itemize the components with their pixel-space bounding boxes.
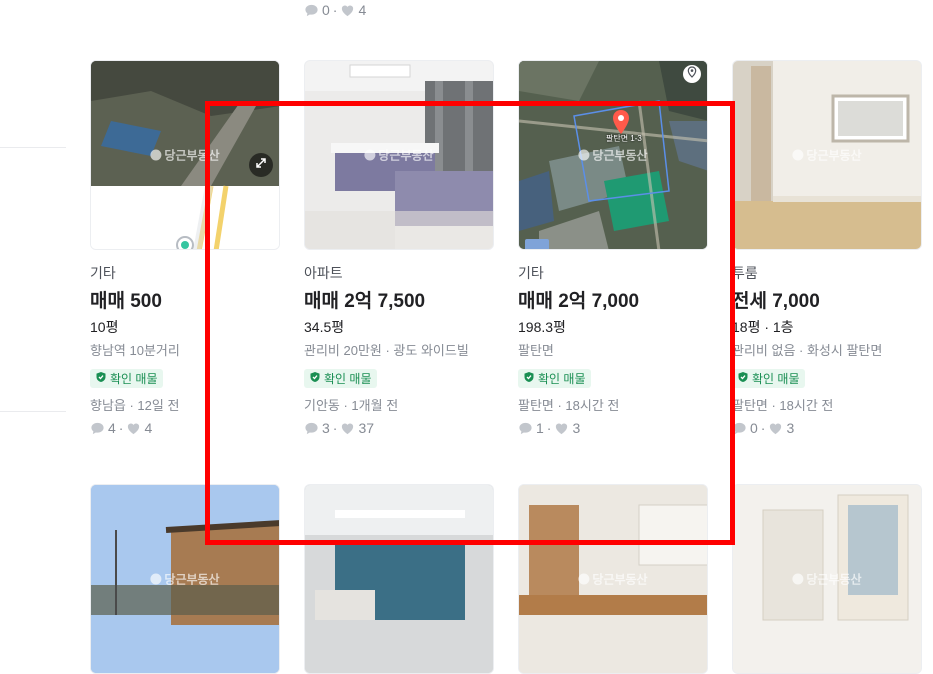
map-location-button[interactable]	[683, 65, 701, 83]
left-divider-bottom	[0, 411, 66, 412]
watermark: 당근부동산	[150, 571, 220, 588]
like-count: 4	[358, 2, 367, 18]
separator-dot: ·	[118, 420, 124, 436]
watermark: 당근부동산	[792, 571, 862, 588]
comment-icon	[90, 421, 105, 436]
heart-icon	[768, 421, 783, 436]
listing-image[interactable]: 당근부동산	[90, 484, 280, 674]
listing-location-time: 팔탄면 · 18시간 전	[732, 398, 834, 413]
comment-icon	[304, 421, 319, 436]
listing-card[interactable]: 당근부동산 팔탄면 1-3 기타 매매 2억 7,000 198.3평 팔탄면 …	[518, 60, 708, 436]
listing-description: 관리비 없음 · 화성시 팔탄면	[732, 343, 883, 358]
watermark: 당근부동산	[792, 147, 862, 164]
listing-image[interactable]: 당근부동산	[732, 60, 922, 250]
watermark: 당근부동산	[578, 571, 648, 588]
comment-count: 0	[750, 420, 758, 436]
heart-icon	[340, 3, 355, 18]
top-listing-stats: 0 · 4	[304, 2, 366, 18]
badge-label: 확인 매물	[324, 372, 372, 386]
watermark: 당근부동산	[150, 147, 220, 164]
listing-stats: 4 · 4	[90, 420, 280, 436]
listing-area: 10평	[90, 319, 119, 335]
listing-description: 향남역 10분거리	[90, 343, 180, 358]
heart-icon	[126, 421, 141, 436]
like-count: 37	[358, 420, 375, 436]
comment-count: 0	[322, 2, 330, 18]
badge-label: 확인 매물	[752, 372, 800, 386]
listing-price: 매매 2억 7,000	[518, 291, 640, 312]
separator-dot: ·	[760, 420, 766, 436]
listing-category: 투룸	[732, 265, 758, 281]
listing-location-time: 향남읍 · 12일 전	[90, 398, 180, 413]
listing-image[interactable]: 당근부동산	[518, 484, 708, 674]
listing-card[interactable]: 당근부동산	[732, 484, 922, 674]
map-pin-icon	[687, 65, 697, 83]
listing-area: 18평 · 1층	[732, 319, 794, 335]
listing-image[interactable]: 당근부동산	[732, 484, 922, 674]
listing-category: 기타	[90, 265, 116, 281]
listing-area: 34.5평	[304, 319, 345, 335]
expand-map-button[interactable]	[249, 153, 273, 177]
heart-icon	[340, 421, 355, 436]
separator-dot: ·	[332, 420, 338, 436]
listing-area: 198.3평	[518, 319, 566, 335]
listing-card[interactable]: 당근부동산 투룸 전세 7,000 18평 · 1층 관리비 없음 · 화성시 …	[732, 60, 922, 436]
listing-image[interactable]: 당근부동산	[90, 60, 280, 250]
listing-image[interactable]: 당근부동산	[304, 60, 494, 250]
comment-icon	[304, 3, 319, 18]
separator-dot: ·	[546, 420, 552, 436]
listing-price: 매매 2억 7,500	[304, 291, 426, 312]
like-count: 4	[144, 420, 153, 436]
listing-image[interactable]	[304, 484, 494, 674]
listing-stats: 3 · 37	[304, 420, 494, 436]
listing-description: 팔탄면	[518, 343, 554, 358]
listing-image[interactable]: 당근부동산 팔탄면 1-3	[518, 60, 708, 250]
comment-count: 4	[108, 420, 116, 436]
verified-badge: 확인 매물	[518, 369, 591, 388]
shield-check-icon	[95, 371, 107, 386]
verified-badge: 확인 매물	[90, 369, 163, 388]
listing-location-time: 기안동 · 1개월 전	[304, 398, 399, 413]
verified-badge: 확인 매물	[732, 369, 805, 388]
badge-label: 확인 매물	[538, 372, 586, 386]
comment-count: 3	[322, 420, 330, 436]
location-marker-icon	[611, 109, 631, 135]
expand-icon	[255, 156, 267, 174]
listing-description: 관리비 20만원 · 광도 와이드빌	[304, 343, 469, 358]
like-count: 3	[786, 420, 795, 436]
comment-icon	[518, 421, 533, 436]
listing-card[interactable]: 당근부동산 아파트 매매 2억 7,500 34.5평 관리비 20만원 · 광…	[304, 60, 494, 436]
shield-check-icon	[309, 371, 321, 386]
like-count: 3	[572, 420, 581, 436]
listing-category: 아파트	[304, 265, 343, 281]
map-label: 팔탄면 1-3	[606, 134, 642, 143]
listing-card[interactable]: 당근부동산 기타 매매 500 10평 향남역 10분거리 확인 매물 향남읍 …	[90, 60, 280, 436]
listing-price: 매매 500	[90, 291, 162, 312]
listing-price: 전세 7,000	[732, 291, 820, 312]
shield-check-icon	[523, 371, 535, 386]
listing-card[interactable]	[304, 484, 494, 674]
watermark: 당근부동산	[364, 147, 434, 164]
listing-category: 기타	[518, 265, 544, 281]
listing-card[interactable]: 당근부동산	[90, 484, 280, 674]
left-divider-top	[0, 147, 66, 148]
badge-label: 확인 매물	[110, 372, 158, 386]
listing-stats: 1 · 3	[518, 420, 708, 436]
living-room-photo	[305, 485, 493, 673]
shield-check-icon	[737, 371, 749, 386]
comment-count: 1	[536, 420, 544, 436]
verified-badge: 확인 매물	[304, 369, 377, 388]
listing-card[interactable]: 당근부동산	[518, 484, 708, 674]
heart-icon	[554, 421, 569, 436]
listing-stats: 0 · 3	[732, 420, 922, 436]
separator-dot: ·	[332, 2, 338, 18]
comment-icon	[732, 421, 747, 436]
listing-location-time: 팔탄면 · 18시간 전	[518, 398, 620, 413]
watermark: 당근부동산	[578, 147, 648, 164]
